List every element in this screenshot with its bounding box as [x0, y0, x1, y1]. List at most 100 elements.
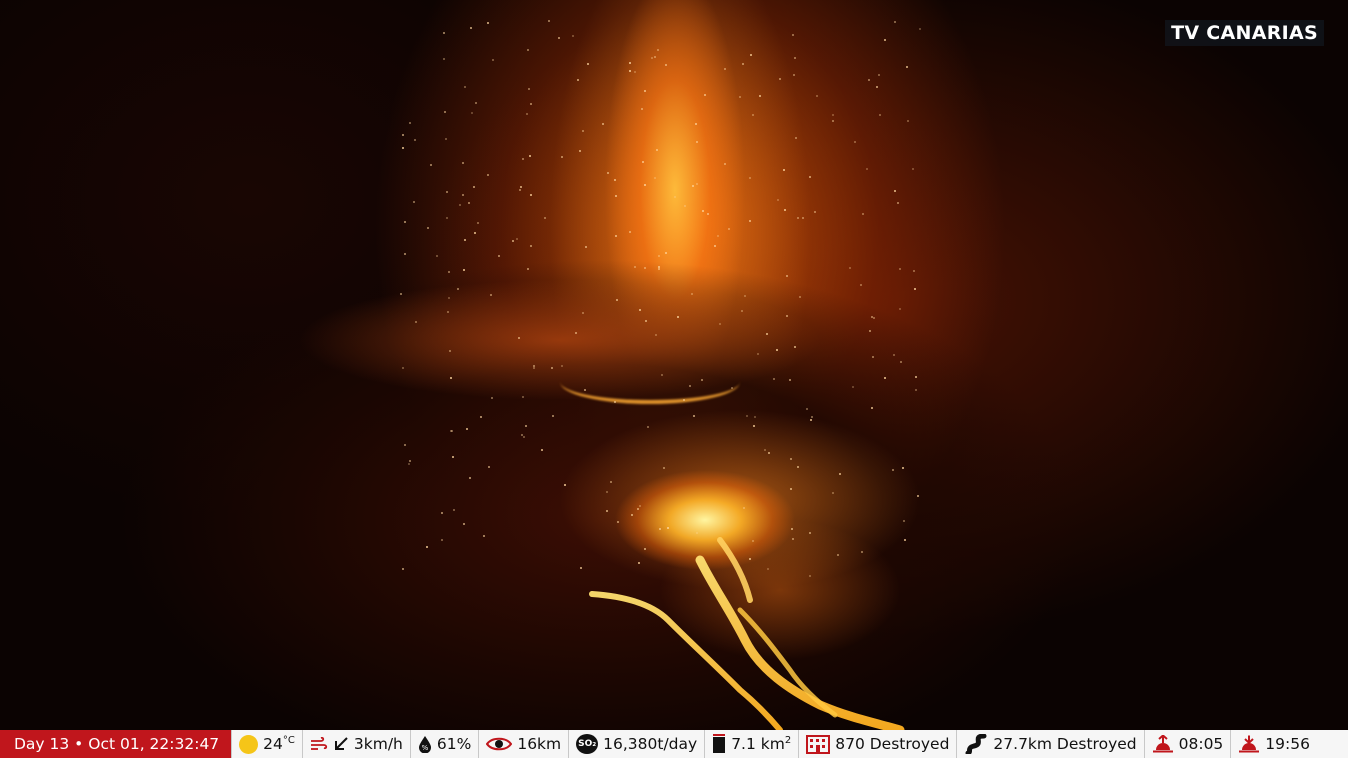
spark: [445, 190, 448, 193]
area-value: 7.1 km2: [731, 734, 792, 754]
spark: [808, 176, 811, 179]
spark: [754, 416, 757, 419]
spark: [584, 388, 587, 391]
temperature-value: 24°C: [263, 734, 295, 754]
spark: [851, 386, 854, 389]
spark: [871, 355, 874, 358]
spark: [873, 317, 876, 320]
spark: [644, 183, 647, 186]
spark: [903, 520, 906, 523]
spark: [753, 424, 756, 427]
spark: [408, 460, 411, 463]
spark: [526, 48, 529, 51]
svg-text:%: %: [422, 744, 429, 752]
spark: [859, 283, 862, 286]
spark: [464, 238, 467, 241]
spark: [665, 63, 668, 66]
sunrise-value: 08:05: [1178, 735, 1224, 753]
spark: [585, 246, 588, 249]
spark: [576, 78, 579, 81]
spark: [400, 292, 403, 295]
spark: [401, 567, 404, 570]
spark: [606, 171, 609, 174]
area-item: 7.1 km2: [704, 730, 798, 758]
spark: [866, 168, 869, 171]
road-icon: [964, 734, 988, 754]
spark: [917, 495, 920, 498]
spark: [914, 375, 917, 378]
spark: [772, 377, 775, 380]
spark: [561, 364, 564, 367]
spark: [662, 467, 665, 470]
spark: [788, 378, 791, 381]
spark: [489, 293, 492, 296]
spark: [786, 315, 789, 318]
spark: [563, 484, 566, 487]
spark: [805, 408, 808, 411]
spark: [526, 113, 529, 116]
spark: [415, 320, 418, 323]
sun-icon: [239, 734, 259, 754]
spark: [868, 78, 871, 81]
spark: [641, 160, 644, 163]
spark: [443, 58, 446, 61]
wind-item: 3km/h: [301, 730, 410, 758]
spark: [529, 103, 532, 106]
spark: [655, 148, 658, 151]
spark: [522, 396, 525, 399]
humidity-drop-icon: %: [418, 735, 432, 753]
spark: [706, 213, 709, 216]
spark: [878, 113, 881, 116]
spark: [526, 268, 529, 271]
spark: [861, 212, 864, 215]
spark: [849, 267, 852, 270]
spark: [898, 308, 901, 311]
spark: [462, 523, 465, 526]
spark: [871, 406, 874, 409]
spark: [778, 77, 781, 80]
spark: [609, 481, 612, 484]
spark: [451, 456, 454, 459]
spark: [560, 155, 563, 158]
buildings-item: 870 Destroyed: [798, 730, 956, 758]
spark: [749, 177, 752, 180]
spark: [426, 226, 429, 229]
spark: [528, 154, 531, 157]
spark: [644, 548, 647, 551]
spark: [701, 210, 704, 213]
spark: [614, 194, 617, 197]
spark: [401, 366, 404, 369]
spark: [876, 85, 879, 88]
spark: [653, 55, 656, 58]
spark: [435, 254, 438, 257]
spark: [450, 429, 453, 432]
building-icon: [806, 734, 831, 754]
so2-icon: SO₂: [576, 734, 599, 754]
spark: [749, 220, 752, 223]
spark: [743, 295, 746, 298]
spark: [582, 129, 585, 132]
spark: [836, 554, 839, 557]
spark: [741, 309, 744, 312]
spark: [461, 161, 464, 164]
spark: [809, 575, 812, 578]
visibility-value: 16km: [517, 735, 562, 753]
spark: [911, 168, 914, 171]
temperature-item: 24°C: [231, 730, 302, 758]
spark: [440, 512, 443, 515]
sunrise-item: 08:05: [1143, 730, 1231, 758]
spark: [647, 426, 650, 429]
spark: [797, 216, 800, 219]
spark: [518, 188, 521, 191]
spark: [748, 558, 751, 561]
ejecta-sparks: [0, 0, 1348, 758]
spark: [893, 190, 896, 192]
spark: [746, 414, 749, 417]
spark: [469, 477, 472, 480]
spark: [458, 203, 461, 206]
spark: [796, 465, 799, 468]
spark: [452, 509, 455, 512]
spark: [571, 35, 574, 38]
spark: [723, 162, 726, 165]
spark: [516, 238, 519, 241]
